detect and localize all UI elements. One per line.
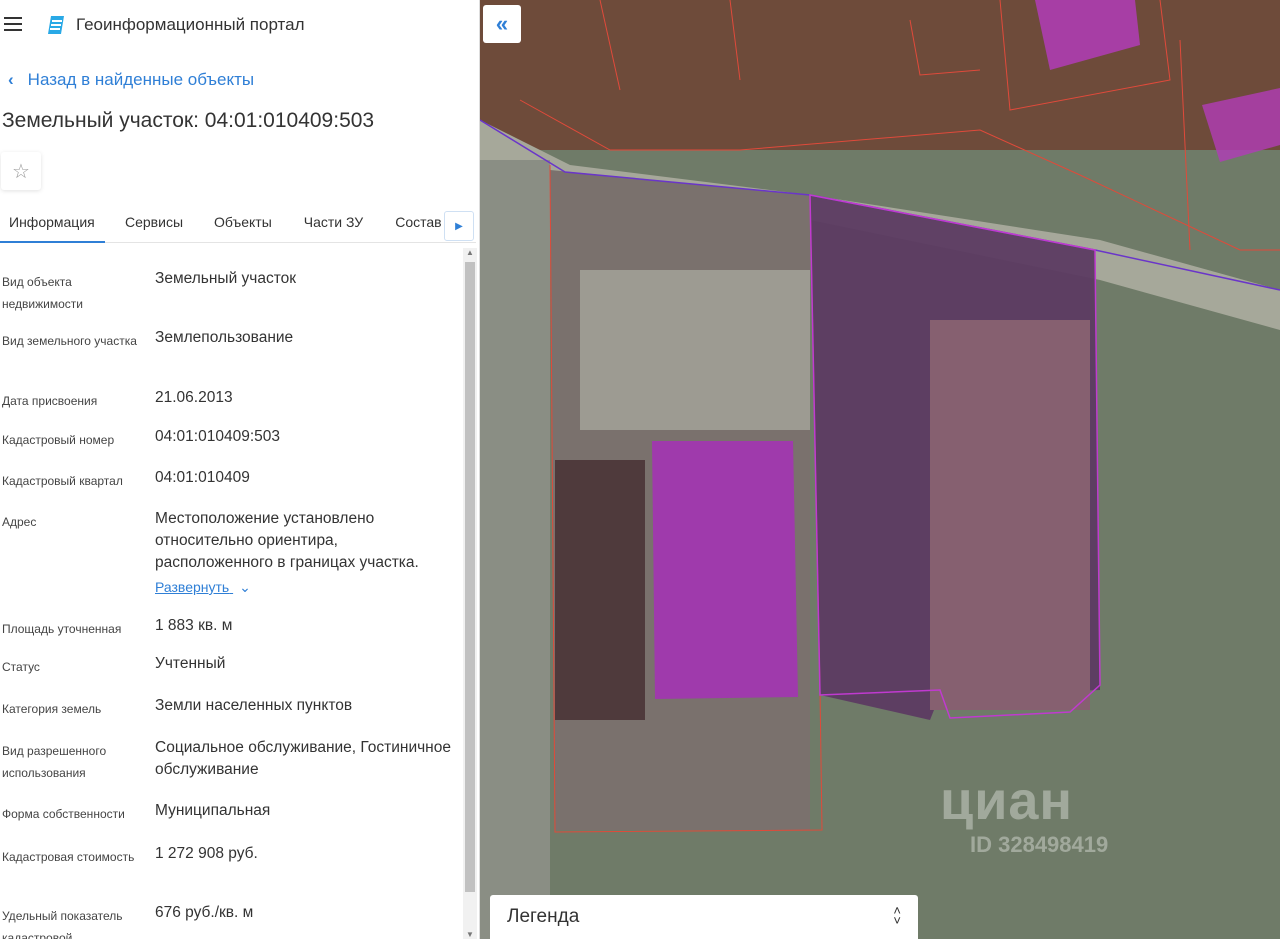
attribute-label: Вид объекта недвижимости xyxy=(2,275,83,311)
attribute-row: Форма собственности Муниципальная xyxy=(0,802,462,846)
expand-collapse-icon: ˄ ˅ xyxy=(893,903,901,928)
tab-composition[interactable]: Состав xyxy=(395,203,441,243)
tab-bar: Информация Сервисы Объекты Части ЗУ Сост… xyxy=(0,203,476,243)
attribute-label: Категория земель xyxy=(2,702,102,716)
attribute-label: Вид земельного участка xyxy=(2,334,137,348)
scrollbar[interactable]: ▲ ▼ xyxy=(463,248,477,939)
attribute-row: Дата присвоения 21.06.2013 xyxy=(0,389,462,429)
info-panel: Геоинформационный портал ‹ Назад в найден… xyxy=(0,0,480,939)
attribute-row: Площадь уточненная 1 883 кв. м xyxy=(0,617,462,656)
tab-objects[interactable]: Объекты xyxy=(214,203,272,243)
attribute-row: Кадастровый номер 04:01:010409:503 xyxy=(0,428,462,470)
attribute-row: Кадастровый квартал 04:01:010409 xyxy=(0,469,462,511)
chevron-left-icon: ‹ xyxy=(8,70,14,89)
double-chevron-left-icon: « xyxy=(495,11,509,36)
attribute-row: Удельный показатель кадастровой 676 руб./… xyxy=(0,904,462,939)
attribute-label: Адрес xyxy=(2,515,37,529)
watermark-id: ID 328498419 xyxy=(970,832,1109,857)
attribute-row: Категория земель Земли населенных пунктов xyxy=(0,697,462,740)
star-icon: ☆ xyxy=(12,160,30,183)
satellite-imagery xyxy=(480,0,1280,939)
tabs-scroll-right-button[interactable]: ▶ xyxy=(444,211,474,241)
watermark-brand: циан xyxy=(940,771,1074,831)
attribute-value: 676 руб./кв. м xyxy=(155,904,254,921)
attribute-value: Муниципальная xyxy=(155,802,271,819)
map-view[interactable]: « циан ID 328498419 Легенда ˄ ˅ xyxy=(480,0,1280,939)
attribute-label: Дата присвоения xyxy=(2,394,98,408)
expand-label: Развернуть xyxy=(155,579,230,595)
tab-services[interactable]: Сервисы xyxy=(125,203,183,243)
attribute-row: Вид разрешенного использования Социальное… xyxy=(0,739,462,803)
collapse-panel-button[interactable]: « xyxy=(483,5,521,43)
attribute-label: Кадастровая стоимость xyxy=(2,850,135,864)
attribute-row: Статус Учтенный xyxy=(0,655,462,698)
page-title: Земельный участок: 04:01:010409:503 xyxy=(2,109,375,132)
legend-toggle[interactable]: Легенда ˄ ˅ xyxy=(490,895,918,939)
attribute-value: Землепользование xyxy=(155,329,294,346)
attribute-row: Адрес Местоположение установлено относите… xyxy=(0,508,462,618)
attribute-label: Удельный показатель кадастровой xyxy=(2,909,123,939)
attribute-value: Местоположение установлено относительно … xyxy=(155,508,455,599)
attribute-value: 1 883 кв. м xyxy=(155,617,233,634)
attribute-row: Кадастровая стоимость 1 272 908 руб. xyxy=(0,845,462,905)
attribute-row: Вид объекта недвижимости Земельный участо… xyxy=(0,270,462,330)
attribute-label: Кадастровый номер xyxy=(2,433,115,447)
favorite-star-button[interactable]: ☆ xyxy=(1,152,41,190)
attribute-label: Статус xyxy=(2,660,40,674)
expand-link[interactable]: Развернуть ⌄ xyxy=(155,576,251,598)
attribute-value: Учтенный xyxy=(155,655,226,672)
attribute-value: Земельный участок xyxy=(155,270,297,287)
scroll-up-icon[interactable]: ▲ xyxy=(466,248,474,257)
attribute-list: Вид объекта недвижимости Земельный участо… xyxy=(0,270,462,939)
chevron-down-icon: ⌄ xyxy=(239,579,251,595)
back-label: Назад в найденные объекты xyxy=(27,70,255,89)
attribute-value: 21.06.2013 xyxy=(155,389,233,406)
attribute-row: Вид земельного участка Землепользование xyxy=(0,329,462,390)
scrollbar-thumb[interactable] xyxy=(465,262,475,892)
caret-right-icon: ▶ xyxy=(455,220,463,232)
attribute-label: Кадастровый квартал xyxy=(2,474,123,488)
attribute-value: Земли населенных пунктов xyxy=(155,697,353,714)
attribute-value: 1 272 908 руб. xyxy=(155,845,258,862)
app-title: Геоинформационный портал xyxy=(76,15,305,34)
scroll-down-icon[interactable]: ▼ xyxy=(466,930,474,939)
tab-parts[interactable]: Части ЗУ xyxy=(304,203,363,243)
attribute-label: Площадь уточненная xyxy=(2,622,122,636)
watermark: циан ID 328498419 xyxy=(940,770,1108,858)
attribute-value: 04:01:010409 xyxy=(155,469,250,486)
legend-label: Легенда xyxy=(507,906,580,927)
portal-logo-icon xyxy=(48,16,64,34)
attribute-label: Форма собственности xyxy=(2,807,125,821)
attribute-value: 04:01:010409:503 xyxy=(155,428,280,445)
attribute-label: Вид разрешенного использования xyxy=(2,744,107,780)
menu-icon[interactable] xyxy=(4,17,22,31)
tab-info[interactable]: Информация xyxy=(0,203,105,243)
address-text: Местоположение установлено относительно … xyxy=(155,510,419,571)
back-to-results-link[interactable]: ‹ Назад в найденные объекты xyxy=(8,70,254,90)
attribute-value: Социальное обслуживание, Гостиничное обс… xyxy=(155,739,451,778)
